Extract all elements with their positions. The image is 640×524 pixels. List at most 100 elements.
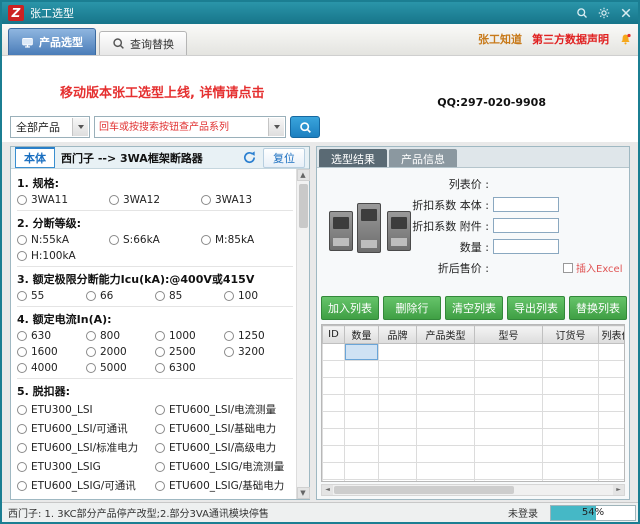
table-cell[interactable] bbox=[344, 394, 379, 412]
radio-option[interactable]: 2500 bbox=[155, 346, 224, 358]
table-cell[interactable] bbox=[542, 462, 599, 480]
table-cell[interactable] bbox=[322, 428, 345, 446]
table-cell[interactable] bbox=[542, 445, 599, 463]
table-row[interactable] bbox=[322, 394, 624, 412]
link-zhanggong-know[interactable]: 张工知道 bbox=[478, 31, 522, 47]
table-column-header[interactable]: ID bbox=[322, 325, 345, 344]
table-cell[interactable] bbox=[598, 343, 624, 361]
radio-option[interactable]: 630 bbox=[17, 330, 86, 342]
action-button[interactable]: 删除行 bbox=[383, 296, 441, 320]
table-cell[interactable] bbox=[344, 428, 379, 446]
table-cell[interactable] bbox=[598, 411, 624, 429]
radio-option[interactable]: ETU600_LSI/高级电力 bbox=[155, 440, 293, 455]
link-third-party-statement[interactable]: 第三方数据声明 bbox=[532, 31, 609, 47]
table-cell[interactable] bbox=[378, 360, 417, 378]
table-cell[interactable] bbox=[598, 377, 624, 395]
table-row[interactable] bbox=[322, 360, 624, 378]
radio-option[interactable]: 100 bbox=[224, 290, 293, 302]
radio-option[interactable]: ETU600_LSIG/可通讯 bbox=[17, 478, 155, 493]
table-cell[interactable] bbox=[474, 394, 543, 412]
radio-option[interactable]: 1600 bbox=[17, 346, 86, 358]
tab-query-replace[interactable]: 查询替换 bbox=[99, 31, 187, 55]
radio-option[interactable]: S:66kA bbox=[109, 234, 201, 246]
table-cell[interactable] bbox=[598, 479, 624, 481]
table-cell[interactable] bbox=[378, 377, 417, 395]
radio-option[interactable]: 3WA11 bbox=[17, 194, 109, 206]
table-row[interactable] bbox=[322, 411, 624, 429]
table-cell[interactable] bbox=[322, 377, 345, 395]
table-cell[interactable] bbox=[598, 394, 624, 412]
table-cell[interactable] bbox=[474, 462, 543, 480]
table-cell[interactable] bbox=[542, 394, 599, 412]
table-cell[interactable] bbox=[598, 428, 624, 446]
radio-option[interactable]: 55 bbox=[17, 290, 86, 302]
product-search-input[interactable] bbox=[95, 118, 265, 136]
table-cell[interactable] bbox=[344, 479, 379, 481]
table-row[interactable] bbox=[322, 445, 624, 463]
promo-link[interactable]: 移动版本张工选型上线, 详情请点击 bbox=[60, 82, 264, 101]
radio-option[interactable]: ETU600_LSI/基础电力 bbox=[155, 421, 293, 436]
table-cell[interactable] bbox=[322, 360, 345, 378]
table-cell[interactable] bbox=[474, 360, 543, 378]
radio-option[interactable]: 5000 bbox=[86, 362, 155, 374]
radio-option[interactable]: H:100kA bbox=[17, 250, 109, 262]
radio-option[interactable]: 66 bbox=[86, 290, 155, 302]
action-button[interactable]: 替换列表 bbox=[569, 296, 627, 320]
table-cell[interactable] bbox=[598, 462, 624, 480]
action-button[interactable]: 清空列表 bbox=[445, 296, 503, 320]
table-cell[interactable] bbox=[474, 428, 543, 446]
table-cell[interactable] bbox=[474, 479, 543, 481]
radio-option[interactable]: ETU600_LSIG/高级电力 bbox=[155, 497, 293, 499]
table-cell[interactable] bbox=[474, 445, 543, 463]
horizontal-scrollbar[interactable]: ◄ ► bbox=[321, 484, 625, 496]
scroll-up-arrow[interactable]: ▲ bbox=[296, 169, 310, 181]
table-cell[interactable] bbox=[322, 394, 345, 412]
table-cell[interactable] bbox=[344, 377, 379, 395]
h-scrollbar-thumb[interactable] bbox=[334, 486, 514, 494]
close-icon[interactable] bbox=[620, 7, 632, 19]
table-column-header[interactable]: 数量 bbox=[344, 325, 379, 344]
table-row[interactable] bbox=[322, 462, 624, 480]
table-cell[interactable] bbox=[542, 411, 599, 429]
login-status[interactable]: 未登录 bbox=[508, 505, 538, 520]
table-cell[interactable] bbox=[322, 343, 345, 361]
table-cell[interactable] bbox=[474, 343, 543, 361]
table-row[interactable] bbox=[322, 428, 624, 446]
radio-option[interactable]: 3200 bbox=[224, 346, 293, 358]
table-column-header[interactable]: 品牌 bbox=[378, 325, 417, 344]
table-row[interactable] bbox=[322, 377, 624, 395]
reset-button[interactable]: 复位 bbox=[263, 147, 305, 168]
vertical-scrollbar[interactable]: ▲ ▼ bbox=[296, 169, 310, 499]
radio-option[interactable]: ETU600_LSIG/基础电力 bbox=[155, 478, 293, 493]
table-row[interactable] bbox=[322, 343, 624, 361]
table-cell[interactable] bbox=[378, 343, 417, 361]
table-cell[interactable] bbox=[598, 360, 624, 378]
radio-option[interactable]: ETU600_LSIG/标准电力 bbox=[17, 497, 155, 499]
table-cell[interactable] bbox=[322, 411, 345, 429]
radio-option[interactable]: N:55kA bbox=[17, 234, 109, 246]
scroll-left-arrow[interactable]: ◄ bbox=[322, 485, 333, 495]
radio-option[interactable]: ETU300_LSIG bbox=[17, 459, 155, 474]
table-column-header[interactable]: 产品类型 bbox=[416, 325, 475, 344]
table-row[interactable] bbox=[322, 479, 624, 481]
radio-option[interactable]: 3WA13 bbox=[201, 194, 293, 206]
table-cell[interactable] bbox=[378, 428, 417, 446]
action-button[interactable]: 导出列表 bbox=[507, 296, 565, 320]
table-cell[interactable] bbox=[416, 377, 475, 395]
chevron-down-icon[interactable] bbox=[268, 118, 284, 136]
radio-option[interactable]: 4000 bbox=[17, 362, 86, 374]
scroll-right-arrow[interactable]: ► bbox=[613, 485, 624, 495]
tab-body[interactable]: 本体 bbox=[15, 147, 55, 168]
scroll-down-arrow[interactable]: ▼ bbox=[296, 487, 310, 499]
table-cell[interactable] bbox=[416, 411, 475, 429]
table-cell[interactable] bbox=[598, 445, 624, 463]
settings-gear-icon[interactable] bbox=[598, 7, 610, 19]
table-cell[interactable] bbox=[416, 462, 475, 480]
table-cell[interactable] bbox=[416, 428, 475, 446]
table-cell[interactable] bbox=[416, 360, 475, 378]
chevron-down-icon[interactable] bbox=[72, 118, 88, 136]
search-button[interactable] bbox=[290, 116, 320, 138]
table-cell[interactable] bbox=[474, 411, 543, 429]
table-cell[interactable] bbox=[322, 445, 345, 463]
table-cell[interactable] bbox=[416, 445, 475, 463]
